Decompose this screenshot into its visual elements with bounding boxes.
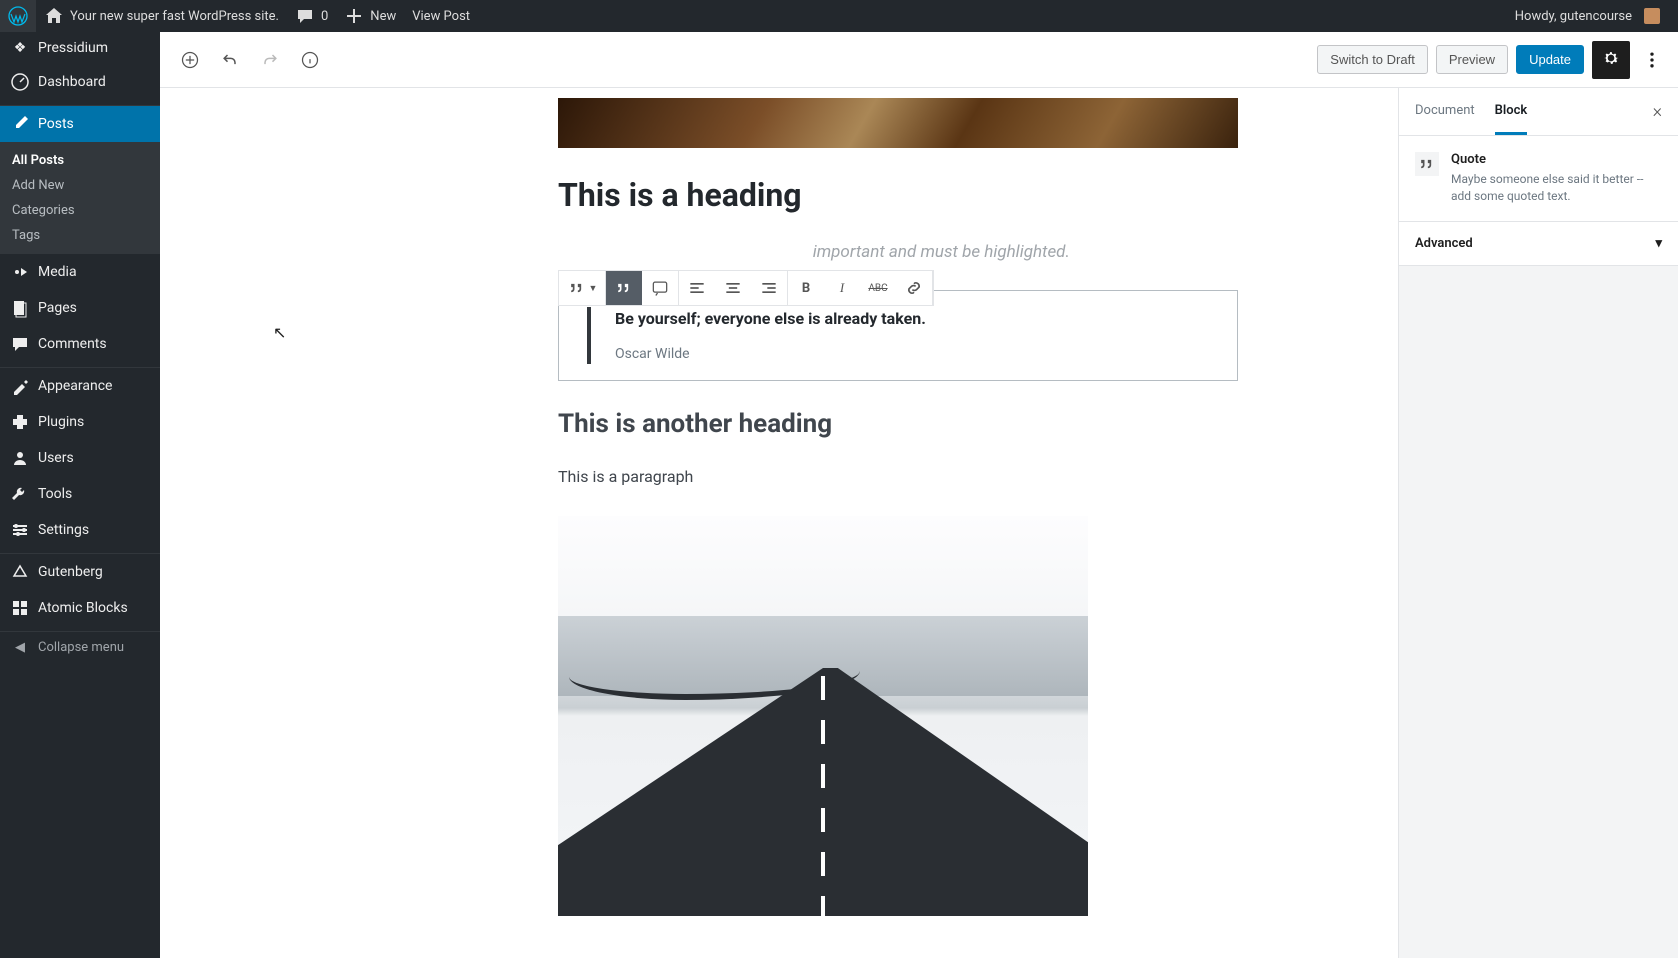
heading-block[interactable]: This is a heading xyxy=(558,176,1238,214)
settings-tabs: Document Block × xyxy=(1399,88,1678,136)
collapse-icon: ◀ xyxy=(10,640,30,655)
settings-panel: Document Block × Quote Maybe someone els… xyxy=(1398,88,1678,958)
align-left-button[interactable] xyxy=(679,271,715,305)
strike-button[interactable]: ABC xyxy=(860,271,896,305)
admin-bar: Your new super fast WordPress site. 0 Ne… xyxy=(0,0,1678,32)
tab-document[interactable]: Document xyxy=(1415,89,1475,135)
add-block-button[interactable] xyxy=(172,42,208,78)
comments-count: 0 xyxy=(321,9,328,24)
chevron-down-icon: ▾ xyxy=(1655,236,1662,251)
howdy-link[interactable]: Howdy, gutencourse xyxy=(1507,0,1668,32)
users-icon xyxy=(10,448,30,468)
align-center-button[interactable] xyxy=(715,271,751,305)
sidebar-add-new[interactable]: Add New xyxy=(0,173,160,198)
quote-style-default[interactable] xyxy=(606,271,642,305)
quote-style-large[interactable] xyxy=(642,271,678,305)
update-button[interactable]: Update xyxy=(1516,45,1584,74)
settings-toggle[interactable] xyxy=(1592,41,1630,79)
pages-icon xyxy=(10,298,30,318)
sidebar-dashboard[interactable]: Dashboard xyxy=(0,64,160,100)
sidebar-atomic[interactable]: Atomic Blocks xyxy=(0,590,160,626)
site-home[interactable]: Your new super fast WordPress site. xyxy=(36,0,287,32)
close-settings-button[interactable]: × xyxy=(1653,101,1662,122)
undo-button[interactable] xyxy=(212,42,248,78)
sidebar-appearance[interactable]: Appearance xyxy=(0,368,160,404)
sidebar-media[interactable]: Media xyxy=(0,254,160,290)
sidebar-tags[interactable]: Tags xyxy=(0,223,160,248)
sidebar-gutenberg[interactable]: Gutenberg xyxy=(0,554,160,590)
link-button[interactable] xyxy=(896,271,932,305)
redo-button[interactable] xyxy=(252,42,288,78)
bold-button[interactable]: B xyxy=(788,271,824,305)
comments-link[interactable]: 0 xyxy=(287,0,336,32)
brand-icon: ❖ xyxy=(10,40,30,56)
align-right-button[interactable] xyxy=(751,271,787,305)
quote-block-container: ▼ B I ABC xyxy=(558,290,1238,381)
howdy-text: Howdy, gutencourse xyxy=(1515,9,1632,24)
quote-citation[interactable]: Oscar Wilde xyxy=(615,346,1217,362)
chevron-down-icon: ▼ xyxy=(589,283,598,294)
posts-icon xyxy=(10,114,30,134)
plugins-icon xyxy=(10,412,30,432)
media-icon xyxy=(10,262,30,282)
wp-logo[interactable] xyxy=(0,0,36,32)
sidebar-posts[interactable]: Posts xyxy=(0,106,160,142)
tab-block[interactable]: Block xyxy=(1495,89,1528,135)
sidebar-pages[interactable]: Pages xyxy=(0,290,160,326)
sidebar-settings[interactable]: Settings xyxy=(0,512,160,548)
view-post-link[interactable]: View Post xyxy=(404,0,478,32)
editor-canvas: This is a heading important and must be … xyxy=(558,88,1238,956)
block-description: Maybe someone else said it better -- add… xyxy=(1451,171,1662,205)
more-options-button[interactable] xyxy=(1638,46,1666,74)
avatar xyxy=(1644,8,1660,24)
block-toolbar: ▼ B I ABC xyxy=(558,270,934,306)
sidebar-tools[interactable]: Tools xyxy=(0,476,160,512)
quote-icon xyxy=(1415,152,1439,176)
editor-canvas-scroll[interactable]: This is a heading important and must be … xyxy=(160,88,1678,958)
sidebar-posts-submenu: All Posts Add New Categories Tags xyxy=(0,142,160,254)
info-button[interactable] xyxy=(292,42,328,78)
advanced-section[interactable]: Advanced ▾ xyxy=(1399,222,1678,266)
sidebar-collapse[interactable]: ◀Collapse menu xyxy=(0,632,160,663)
site-title: Your new super fast WordPress site. xyxy=(70,9,279,24)
paragraph-block[interactable]: This is a paragraph xyxy=(558,467,1238,486)
dashboard-icon xyxy=(10,72,30,92)
sidebar-users[interactable]: Users xyxy=(0,440,160,476)
block-title: Quote xyxy=(1451,152,1662,167)
sidebar-categories[interactable]: Categories xyxy=(0,198,160,223)
quote-text[interactable]: Be yourself; everyone else is already ta… xyxy=(615,309,1217,328)
block-info: Quote Maybe someone else said it better … xyxy=(1399,136,1678,222)
subheading-block[interactable]: important and must be highlighted. xyxy=(558,242,1238,262)
tools-icon xyxy=(10,484,30,504)
block-type-button[interactable]: ▼ xyxy=(559,271,605,305)
sidebar-plugins[interactable]: Plugins xyxy=(0,404,160,440)
settings-icon xyxy=(10,520,30,540)
appearance-icon xyxy=(10,376,30,396)
editor-header: Switch to Draft Preview Update xyxy=(160,32,1678,88)
quote-bar xyxy=(587,307,591,364)
atomic-icon xyxy=(10,598,30,618)
new-link[interactable]: New xyxy=(336,0,404,32)
editor: Switch to Draft Preview Update This is a… xyxy=(160,32,1678,958)
new-label: New xyxy=(370,9,396,24)
gutenberg-icon xyxy=(10,562,30,582)
heading2-block[interactable]: This is another heading xyxy=(558,409,1238,439)
sidebar-all-posts[interactable]: All Posts xyxy=(0,148,160,173)
italic-button[interactable]: I xyxy=(824,271,860,305)
cover-image-block[interactable] xyxy=(558,98,1238,148)
sidebar-brand[interactable]: ❖Pressidium xyxy=(0,32,160,64)
admin-sidebar: ❖Pressidium Dashboard Posts All Posts Ad… xyxy=(0,32,160,958)
comments-icon xyxy=(10,334,30,354)
image-block[interactable] xyxy=(558,516,1088,916)
switch-draft-button[interactable]: Switch to Draft xyxy=(1317,45,1428,74)
preview-button[interactable]: Preview xyxy=(1436,45,1508,74)
sidebar-comments[interactable]: Comments xyxy=(0,326,160,362)
